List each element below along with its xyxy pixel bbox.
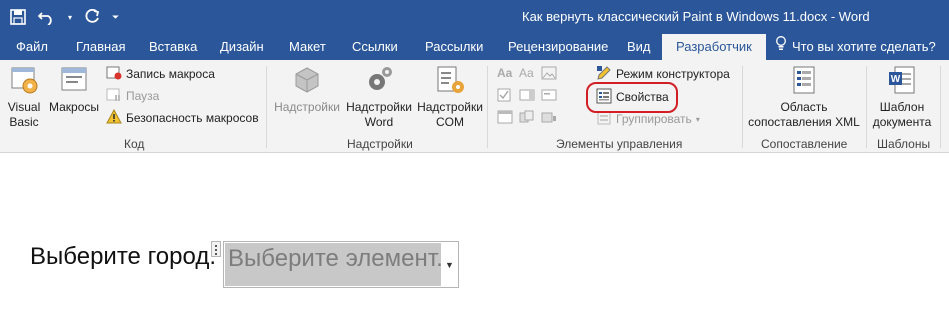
tell-me-box[interactable]: Что вы хотите сделать?	[775, 34, 936, 60]
tab-references[interactable]: Ссылки	[352, 34, 398, 60]
rich-text-control-icon[interactable]: Aa	[497, 66, 512, 80]
xml-mapping-pane-button[interactable]: Область сопоставления XML	[748, 64, 860, 130]
properties-highlight	[586, 82, 678, 113]
svg-text:W: W	[891, 74, 901, 85]
group-divider	[742, 66, 743, 148]
pause-icon	[106, 87, 122, 106]
tell-me-text: Что вы хотите сделать?	[792, 39, 936, 54]
tab-developer[interactable]: Разработчик	[662, 34, 766, 60]
save-icon[interactable]	[10, 9, 26, 25]
group-label-controls: Элементы управления	[556, 137, 683, 151]
building-block-control-icon[interactable]	[519, 110, 535, 129]
group-divider	[940, 66, 941, 148]
ribbon-tabs: Файл Главная Вставка Дизайн Макет Ссылки…	[0, 34, 949, 60]
word-document-icon: W	[886, 64, 918, 96]
chevron-down-icon[interactable]: ▼	[441, 242, 458, 287]
group-divider	[266, 66, 267, 148]
xml-mapping-icon	[788, 64, 820, 96]
dropdown-control-icon[interactable]	[541, 88, 557, 107]
title-bar: ▾ ⏷ Как вернуть классический Paint в Win…	[0, 0, 949, 34]
checkbox-control-icon[interactable]	[497, 88, 513, 107]
tab-layout[interactable]: Макет	[289, 34, 326, 60]
document-template-button[interactable]: W Шаблон документа	[870, 64, 934, 130]
visual-basic-icon	[8, 64, 40, 96]
group-label-code: Код	[124, 137, 145, 151]
lightbulb-icon	[775, 34, 787, 60]
record-macro-icon	[106, 65, 122, 84]
content-control-placeholder-area[interactable]: Выберите элемент.	[225, 243, 443, 286]
customize-qat-icon[interactable]: ⏷	[112, 12, 119, 23]
tab-home[interactable]: Главная	[76, 34, 125, 60]
design-mode-button[interactable]: Режим конструктора	[596, 65, 730, 83]
visual-basic-button[interactable]: Visual Basic	[4, 64, 44, 130]
addins-button[interactable]: Надстройки	[273, 64, 341, 115]
ribbon-panel: Visual Basic Макросы Запись макроса Пауз…	[0, 60, 949, 153]
undo-icon[interactable]	[38, 9, 56, 25]
com-addins-icon	[434, 64, 466, 96]
picture-control-icon[interactable]	[541, 66, 557, 85]
group-label-addins: Надстройки	[347, 137, 413, 151]
cube-icon	[291, 64, 323, 96]
design-mode-icon	[596, 65, 612, 84]
tab-mailings[interactable]: Рассылки	[425, 34, 483, 60]
chevron-down-icon: ▾	[695, 114, 700, 124]
window-title: Как вернуть классический Paint в Windows…	[522, 9, 870, 24]
combobox-control-icon[interactable]	[519, 88, 535, 107]
tab-design[interactable]: Дизайн	[220, 34, 264, 60]
macros-button[interactable]: Макросы	[48, 64, 100, 115]
tab-view[interactable]: Вид	[627, 34, 651, 60]
com-addins-button[interactable]: Надстройки COM	[416, 64, 484, 130]
quick-access-toolbar: ▾ ⏷	[10, 5, 119, 29]
group-label-mapping: Сопоставление	[761, 137, 848, 151]
macros-icon	[58, 64, 90, 96]
content-control-placeholder: Выберите элемент.	[228, 245, 443, 272]
redo-icon[interactable]	[84, 9, 100, 25]
tab-insert[interactable]: Вставка	[149, 34, 197, 60]
plain-text-control-icon[interactable]: Aa	[519, 66, 534, 80]
legacy-tools-icon[interactable]	[541, 110, 557, 129]
document-label-text: Выберите город.	[30, 243, 216, 270]
tab-review[interactable]: Рецензирование	[508, 34, 608, 60]
warning-icon	[106, 108, 122, 128]
tab-file[interactable]: Файл	[16, 34, 48, 60]
date-picker-control-icon[interactable]	[497, 110, 513, 129]
pause-button[interactable]: Пауза	[106, 87, 159, 105]
macro-security-button[interactable]: Безопасность макросов	[106, 108, 259, 128]
group-divider	[866, 66, 867, 148]
undo-dropdown-icon[interactable]: ▾	[68, 13, 72, 22]
dropdown-content-control[interactable]: Выберите элемент. ▼	[223, 241, 459, 288]
content-control-handle[interactable]	[211, 241, 221, 257]
word-addins-button[interactable]: Надстройки Word	[345, 64, 413, 130]
group-label-templates: Шаблоны	[877, 137, 931, 151]
gear-icon	[363, 64, 395, 96]
group-divider	[487, 66, 488, 148]
record-macro-button[interactable]: Запись макроса	[106, 65, 215, 83]
